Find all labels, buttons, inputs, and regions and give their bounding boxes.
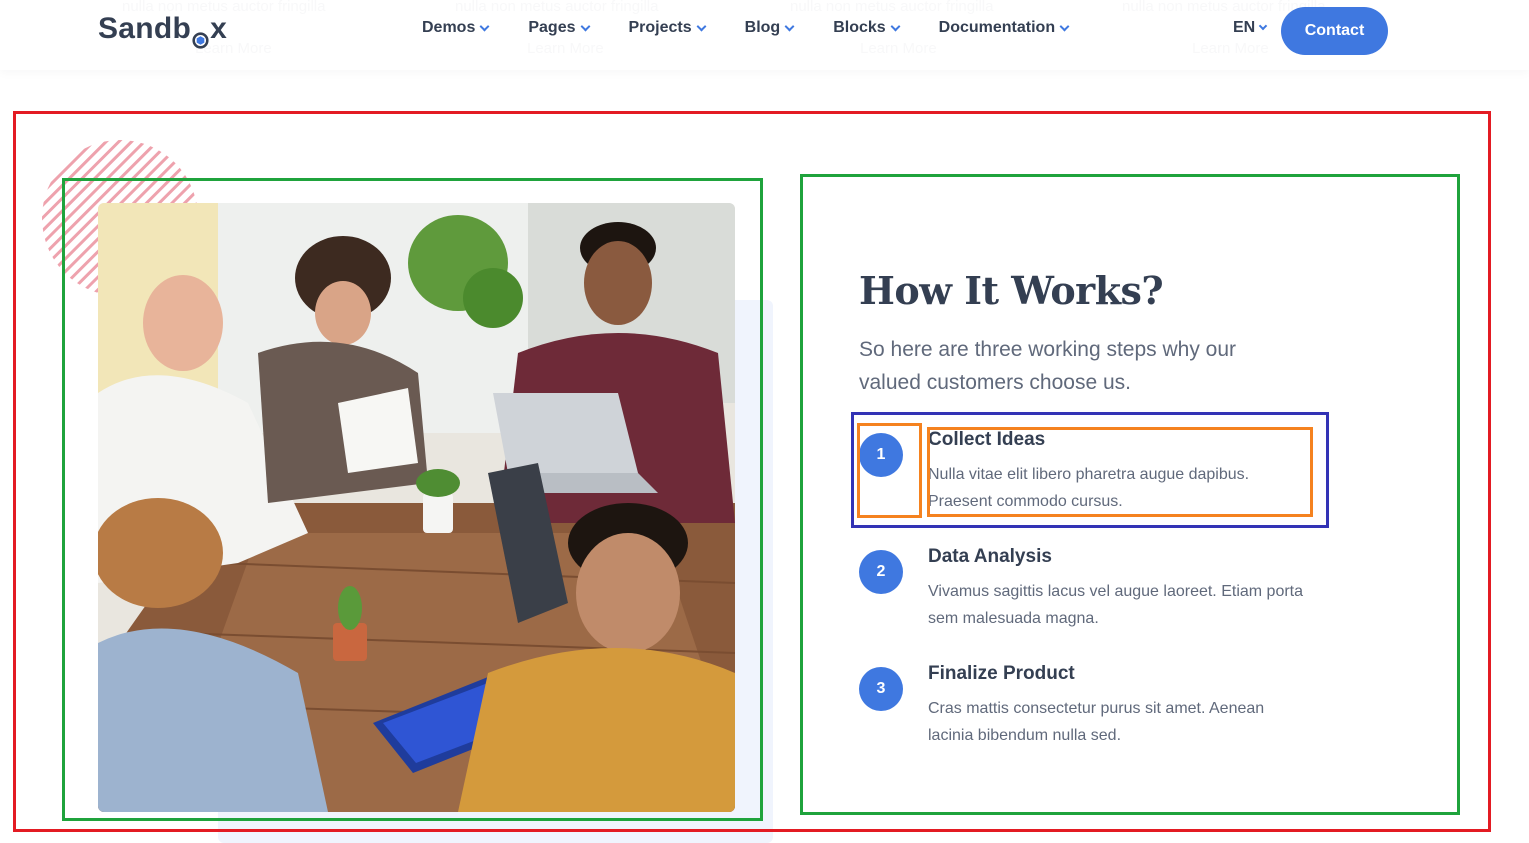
- section-title: How It Works?: [859, 268, 1164, 313]
- nav-projects[interactable]: Projects: [628, 19, 707, 37]
- step-title: Data Analysis: [928, 546, 1052, 567]
- step-title: Finalize Product: [928, 663, 1075, 684]
- nav-pages[interactable]: Pages: [528, 19, 590, 37]
- step-number-badge: 1: [859, 433, 903, 477]
- chevron-down-icon: [1258, 21, 1268, 31]
- nav-projects-label: Projects: [628, 19, 692, 36]
- nav-documentation-label: Documentation: [938, 19, 1056, 36]
- logo-text-right: x: [210, 12, 228, 45]
- logo-cube-icon: [192, 23, 209, 49]
- step-number-badge: 2: [859, 550, 903, 594]
- chevron-down-icon: [784, 21, 795, 31]
- chevron-down-icon: [890, 21, 901, 31]
- nav-pages-label: Pages: [528, 19, 576, 36]
- contact-button[interactable]: Contact: [1281, 7, 1388, 55]
- chevron-down-icon: [1059, 21, 1070, 31]
- logo[interactable]: Sandb x: [98, 12, 228, 49]
- step-title: Collect Ideas: [928, 429, 1046, 450]
- nav-blocks-label: Blocks: [833, 19, 886, 36]
- chevron-down-icon: [580, 21, 590, 31]
- main-nav: Demos Pages Projects Blog Blocks Documen…: [422, 19, 1108, 37]
- chevron-down-icon: [479, 21, 490, 31]
- nav-documentation[interactable]: Documentation: [938, 19, 1070, 37]
- step-description: Cras mattis consectetur purus sit amet. …: [928, 700, 1265, 744]
- language-selector[interactable]: EN: [1233, 19, 1268, 37]
- language-label: EN: [1233, 19, 1256, 36]
- step-description: Vivamus sagittis lacus vel augue laoreet…: [928, 583, 1304, 627]
- logo-text-left: Sandb: [98, 12, 192, 45]
- nav-blog[interactable]: Blog: [744, 19, 795, 37]
- step-number-badge: 3: [859, 667, 903, 711]
- chevron-down-icon: [696, 21, 707, 31]
- nav-blog-label: Blog: [744, 19, 781, 36]
- nav-demos-label: Demos: [422, 19, 476, 36]
- step-description: Nulla vitae elit libero pharetra augue d…: [928, 466, 1250, 510]
- page: nulla non metus auctor fringilla nulla n…: [0, 0, 1529, 843]
- nav-demos[interactable]: Demos: [422, 19, 490, 37]
- team-meeting-photo: [98, 203, 735, 812]
- site-header: Sandb x Demos Pages Projects Blog Blocks…: [0, 0, 1529, 70]
- nav-blocks[interactable]: Blocks: [833, 19, 901, 37]
- section-lead: So here are three working steps why our …: [859, 338, 1237, 394]
